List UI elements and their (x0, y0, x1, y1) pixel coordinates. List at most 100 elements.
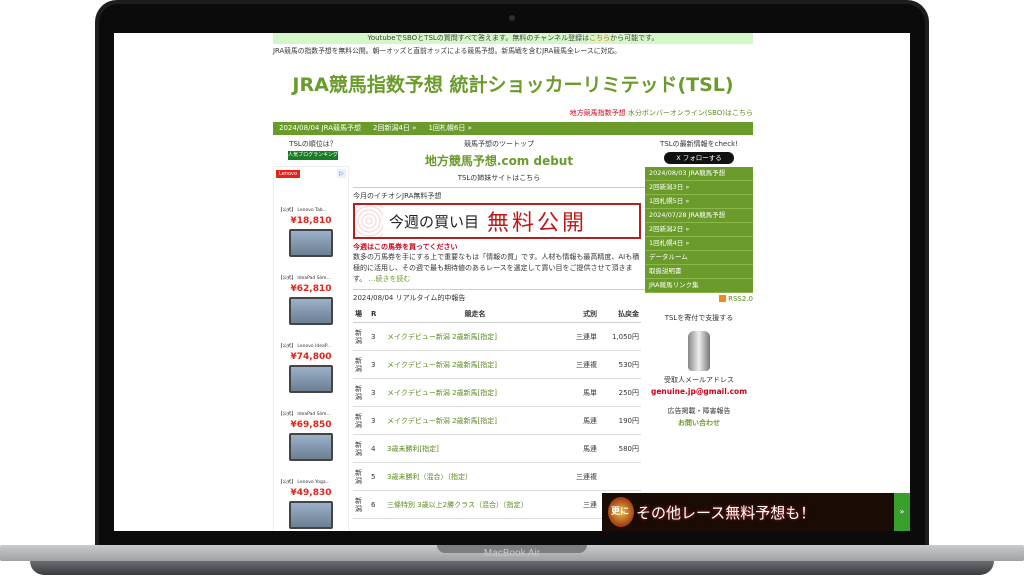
donation-email[interactable]: genuine.jp@gmail.com (645, 387, 753, 396)
table-row: 新潟 3 メイクデビュー新潟 2歳新馬[指定] 三連単 1,050円 (353, 322, 641, 351)
read-more-link[interactable]: …続きを読む (369, 275, 411, 283)
sister-site-sub[interactable]: TSLの姉妹サイトはこちら (353, 173, 645, 183)
adchoices-icon[interactable]: ▷ (337, 169, 346, 178)
ad-product[interactable]: 【公式】 IdeaPad Slim... ¥62,810 (274, 275, 348, 325)
product-price: ¥69,850 (290, 420, 332, 430)
race-menu-bar: 2024/08/04 JRA競馬予想 2回新潟4日 » 1回札幌6日 » (273, 122, 753, 135)
table-row: 新潟 3 メイクデビュー新潟 2歳新馬[指定] 馬連 190円 (353, 406, 641, 435)
menu-item-date[interactable]: 2024/08/04 JRA競馬予想 (279, 122, 361, 135)
cell-venue: 新潟 (353, 434, 369, 463)
cell-race-name[interactable]: 三條特別 3歳以上2勝クラス（混合）〔指定〕 (385, 490, 565, 519)
menu-item-sapporo[interactable]: 1回札幌6日 » (428, 122, 471, 135)
rss-label: RSS2.0 (728, 295, 753, 303)
cell-payout: 1,050円 (599, 322, 641, 351)
right-nav-item[interactable]: 2回新潟2日 » (645, 223, 753, 237)
product-image (289, 297, 333, 325)
right-nav-item[interactable]: 2回新潟3日 » (645, 181, 753, 195)
x-follow-button[interactable]: X フォローする (664, 152, 734, 164)
cell-race-number: 3 (369, 350, 385, 379)
cell-bet-type: 馬連 (565, 406, 599, 435)
right-nav-item[interactable]: 2024/07/28 JRA競馬予想 (645, 209, 753, 223)
cell-race-name[interactable]: 3歳未勝利[指定] (385, 434, 565, 463)
contact-link[interactable]: お問い合わせ (645, 418, 753, 428)
ranking-badge[interactable]: 人気ブログランキング (288, 151, 338, 160)
product-price: ¥18,810 (290, 216, 332, 226)
right-nav-box: 2024/08/03 JRA競馬予想 2回新潟3日 » 1回札幌5日 » 202… (645, 167, 753, 293)
ad-product[interactable]: 【公式】 Lenovo Yoga... ¥49,830 (274, 479, 348, 529)
cell-payout: 580円 (599, 434, 641, 463)
col-venue: 場 (353, 306, 369, 323)
cell-bet-type: 馬単 (565, 378, 599, 407)
cell-race-number: 3 (369, 378, 385, 407)
rss-link[interactable]: RSS2.0 (645, 295, 753, 303)
table-row: 新潟 3 メイクデビュー新潟 2歳新馬[指定] 馬単 250円 (353, 378, 641, 407)
donation-can-icon[interactable] (688, 331, 710, 371)
center-column: 競馬予想のツートップ 地方競馬予想.com debut TSLの姉妹サイトはこち… (353, 135, 645, 531)
right-nav-item[interactable]: 取扱説明書 (645, 265, 753, 279)
product-name: 【公式】 IdeaPad Slim... (278, 412, 331, 417)
cell-race-number: 6 (369, 490, 385, 519)
product-price: ¥74,800 (290, 352, 332, 362)
site-logo-title[interactable]: JRA競馬指数予想 統計ショッカーリミテッド(TSL) (273, 70, 753, 100)
product-price: ¥62,810 (290, 284, 332, 294)
product-price: ¥49,830 (290, 488, 332, 498)
product-name: 【公式】 Lenovo Yoga... (278, 480, 330, 485)
table-row: 新潟 3 メイクデビュー新潟 2歳新馬[指定] 三連複 530円 (353, 350, 641, 379)
ad-product[interactable]: 【公式】 Lenovo IdeaP... ¥74,800 (274, 343, 348, 393)
banner-text: その他レース無料予想も！ (636, 503, 816, 522)
latest-info-label: TSLの最新情報をcheck! (660, 140, 738, 148)
cell-race-name[interactable]: メイクデビュー新潟 2歳新馬[指定] (385, 378, 565, 407)
cell-race-name[interactable]: メイクデビュー新潟 2歳新馬[指定] (385, 406, 565, 435)
cell-race-number: 5 (369, 462, 385, 491)
cell-race-name[interactable]: 3歳未勝利（混合）〔指定〕 (385, 462, 565, 491)
floating-ad-banner[interactable]: 更に その他レース無料予想も！ » (602, 493, 910, 531)
pick-callout[interactable]: 今週はこの馬券を買ってください (353, 242, 645, 252)
sister-site-link[interactable]: 地方競馬予想.com debut (353, 152, 645, 169)
cell-race-number: 3 (369, 406, 385, 435)
rss-icon (719, 295, 727, 302)
notice-link[interactable]: こちら (589, 34, 610, 42)
recipient-label: 受取人メールアドレス (664, 376, 734, 384)
right-nav-item[interactable]: 2024/08/03 JRA競馬予想 (645, 167, 753, 181)
banner-mark-text: 更に (611, 507, 630, 517)
cell-payout: 190円 (599, 406, 641, 435)
cell-race-number: 3 (369, 322, 385, 351)
site-intro: JRA競馬の指数予想を無料公開。朝一オッズと直前オッズによる競馬予想。新馬戦を含… (273, 47, 621, 55)
notice-text: YoutubeでSBOとTSLの質問すべて答えます。無料のチャンネル登録は (367, 34, 590, 42)
cell-venue: 新潟 (353, 406, 369, 435)
cell-bet-type: 三連複 (565, 462, 599, 491)
ad-product[interactable]: 【公式】 IdeaPad Slim... ¥69,850 (274, 411, 348, 461)
table-row: 新潟 4 3歳未勝利[指定] 馬連 580円 (353, 434, 641, 463)
menu-item-niigata[interactable]: 2回新潟4日 » (373, 122, 416, 135)
base-bottom (30, 561, 994, 575)
cell-race-name[interactable]: メイクデビュー新潟 2歳新馬[指定] (385, 322, 565, 351)
product-image (289, 501, 333, 529)
right-nav-item[interactable]: 1回札幌4日 » (645, 237, 753, 251)
cell-payout: 250円 (599, 378, 641, 407)
camera (509, 15, 515, 21)
local-racing-link[interactable]: 地方競馬指数予想 (570, 109, 626, 117)
cell-venue: 新潟 (353, 322, 369, 351)
cell-payout (599, 462, 641, 491)
lenovo-ad[interactable]: Lenovo ▷ 【公式】 Lenovo Tab... ¥18,810 【公式】… (273, 166, 349, 531)
ad-product[interactable]: 【公式】 Lenovo Tab... ¥18,810 (274, 207, 348, 257)
cell-race-number: 4 (369, 434, 385, 463)
col-payout: 払戻金 (599, 306, 641, 323)
product-image (289, 229, 333, 257)
banner-text-free: 無料公開 (487, 211, 588, 236)
cell-race-name[interactable]: メイクデビュー新潟 2歳新馬[指定] (385, 350, 565, 379)
right-nav-item[interactable]: データルーム (645, 251, 753, 265)
free-pick-banner[interactable]: 今週の買い目 無料公開 (353, 203, 641, 239)
right-nav-item[interactable]: 1回札幌5日 » (645, 195, 753, 209)
table-header-row: 場 R 競走名 式別 払戻金 (353, 306, 641, 323)
sbo-link[interactable]: 水分ボンバーオンライン(SBO)はこちら (628, 109, 753, 117)
cell-bet-type: 三連単 (565, 322, 599, 351)
cell-venue: 新潟 (353, 462, 369, 491)
banner-arrow-button[interactable]: » (894, 493, 910, 531)
web-page: YoutubeでSBOとTSLの質問すべて答えます。無料のチャンネル登録はこちら… (273, 33, 753, 531)
browser-screen: YoutubeでSBOとTSLの質問すべて答えます。無料のチャンネル登録はこちら… (114, 33, 910, 531)
rank-label: TSLの順位は？ (289, 140, 337, 148)
right-nav-item[interactable]: JRA競馬リンク集 (645, 279, 753, 293)
banner-text-weekly: 今週の買い目 (389, 212, 480, 231)
pick-heading: 今月のイチオシJRA無料予想 (353, 187, 645, 201)
